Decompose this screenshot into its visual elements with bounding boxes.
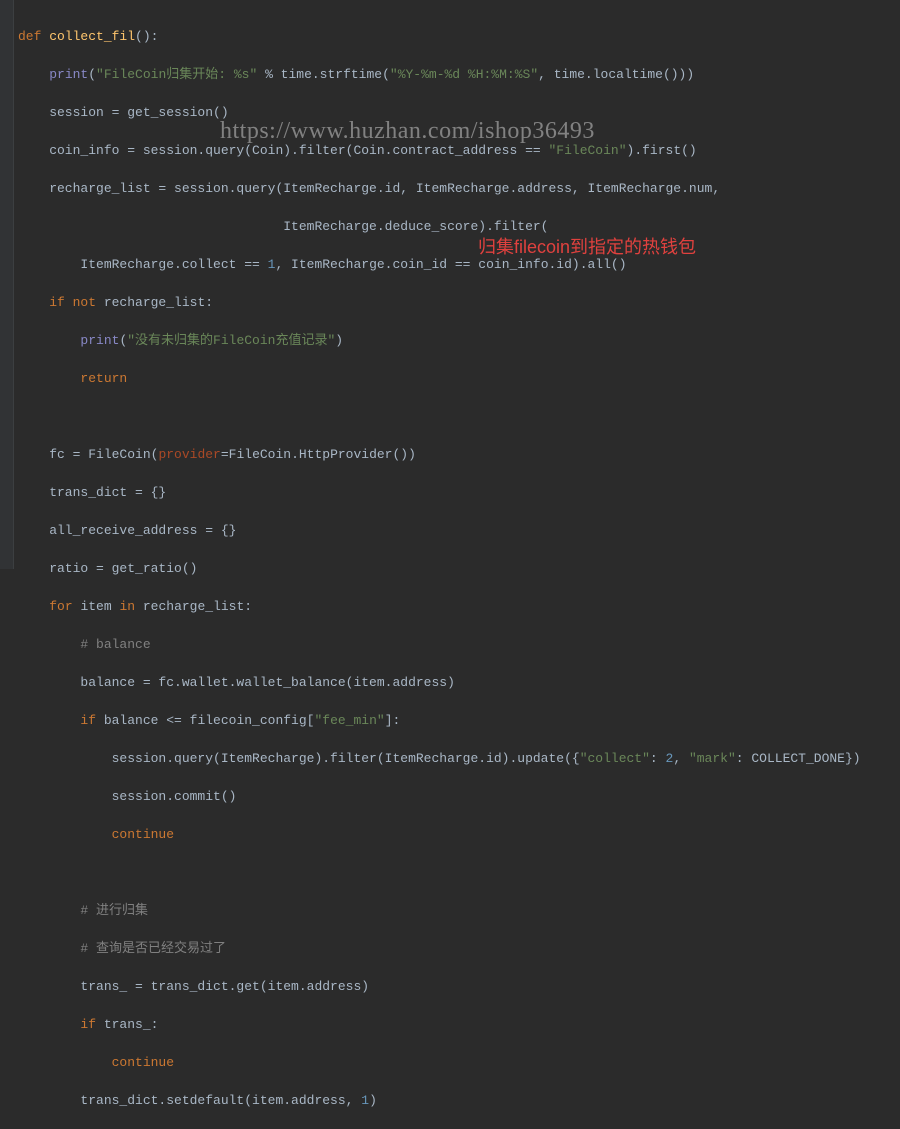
code-line: continue <box>18 1053 900 1072</box>
editor-gutter <box>0 0 14 569</box>
code-line: session = get_session() <box>18 103 900 122</box>
code-line: trans_dict = {} <box>18 483 900 502</box>
code-line: if trans_: <box>18 1015 900 1034</box>
code-line: def collect_fil(): <box>18 27 900 46</box>
code-line: trans_dict.setdefault(item.address, 1) <box>18 1091 900 1110</box>
code-line <box>18 863 900 882</box>
code-line: return <box>18 369 900 388</box>
code-line: ItemRecharge.collect == 1, ItemRecharge.… <box>18 255 900 274</box>
code-line: session.query(ItemRecharge).filter(ItemR… <box>18 749 900 768</box>
code-line: trans_ = trans_dict.get(item.address) <box>18 977 900 996</box>
code-line: session.commit() <box>18 787 900 806</box>
code-line: print("没有未归集的FileCoin充值记录") <box>18 331 900 350</box>
code-line: print("FileCoin归集开始: %s" % time.strftime… <box>18 65 900 84</box>
code-line: for item in recharge_list: <box>18 597 900 616</box>
code-line: coin_info = session.query(Coin).filter(C… <box>18 141 900 160</box>
code-line: # 进行归集 <box>18 901 900 920</box>
code-line: recharge_list = session.query(ItemRechar… <box>18 179 900 198</box>
code-line: fc = FileCoin(provider=FileCoin.HttpProv… <box>18 445 900 464</box>
code-line <box>18 407 900 426</box>
code-line: continue <box>18 825 900 844</box>
code-line: balance = fc.wallet.wallet_balance(item.… <box>18 673 900 692</box>
code-line: if not recharge_list: <box>18 293 900 312</box>
code-line: # balance <box>18 635 900 654</box>
code-line: # 查询是否已经交易过了 <box>18 939 900 958</box>
code-editor[interactable]: def collect_fil(): print("FileCoin归集开始: … <box>0 0 900 1129</box>
code-line: ItemRecharge.deduce_score).filter( <box>18 217 900 236</box>
code-line: all_receive_address = {} <box>18 521 900 540</box>
code-line: if balance <= filecoin_config["fee_min"]… <box>18 711 900 730</box>
